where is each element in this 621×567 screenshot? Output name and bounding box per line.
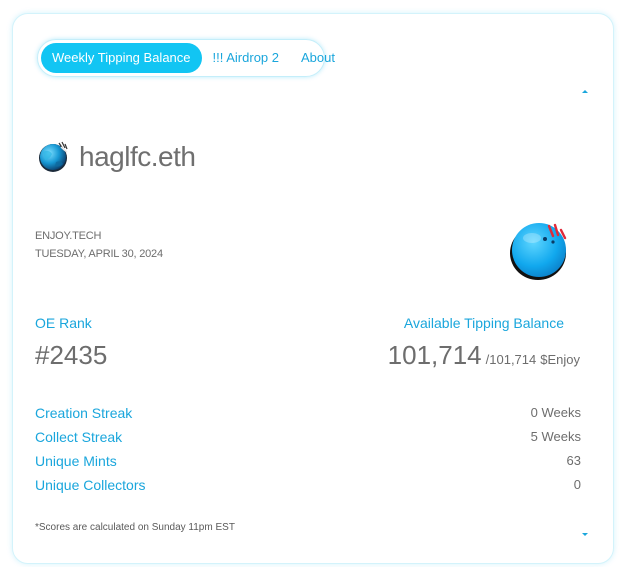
balance-total: /101,714 (485, 352, 537, 367)
rank-label: OE Rank (35, 315, 92, 331)
scroll-up-arrow-icon[interactable] (582, 90, 588, 93)
stat-label: Unique Collectors (35, 477, 146, 493)
tab-weekly-tipping-balance[interactable]: Weekly Tipping Balance (41, 43, 202, 73)
tab-airdrop-2[interactable]: !!! Airdrop 2 (202, 43, 290, 73)
stat-label: Unique Mints (35, 453, 117, 469)
globe-avatar-icon (39, 141, 68, 172)
scores-footnote: *Scores are calculated on Sunday 11pm ES… (35, 522, 235, 533)
profile-header: haglfc.eth (37, 140, 196, 174)
stat-value: 0 (573, 477, 581, 492)
tab-about[interactable]: About (290, 43, 346, 73)
scroll-down-arrow-icon[interactable] (582, 533, 588, 536)
enjoy-ball-logo-icon (510, 223, 567, 280)
stat-value: 0 Weeks (530, 405, 581, 420)
brand-name: ENJOY.TECH (35, 230, 102, 242)
stat-value: 5 Weeks (530, 429, 581, 444)
rank-value: #2435 (35, 340, 108, 370)
balance-card: Weekly Tipping Balance !!! Airdrop 2 Abo… (12, 13, 614, 564)
stat-label: Collect Streak (35, 429, 123, 445)
balance-unit: $Enjoy (540, 352, 580, 367)
stats-list: Creation Streak 0 Weeks Collect Streak 5… (35, 403, 581, 499)
stat-row-creation-streak: Creation Streak 0 Weeks (35, 403, 581, 427)
stat-row-unique-collectors: Unique Collectors 0 (35, 475, 581, 499)
stat-label: Creation Streak (35, 405, 133, 421)
balance-row: 101,714 /101,714 $Enjoy (388, 340, 580, 371)
stat-row-collect-streak: Collect Streak 5 Weeks (35, 427, 581, 451)
stat-row-unique-mints: Unique Mints 63 (35, 451, 581, 475)
username: haglfc.eth (79, 141, 196, 172)
tab-bar: Weekly Tipping Balance !!! Airdrop 2 Abo… (37, 39, 335, 77)
current-date: TUESDAY, APRIL 30, 2024 (35, 248, 163, 260)
balance-value: 101,714 (387, 340, 482, 370)
balance-label: Available Tipping Balance (403, 315, 564, 331)
stat-value: 63 (566, 453, 581, 468)
